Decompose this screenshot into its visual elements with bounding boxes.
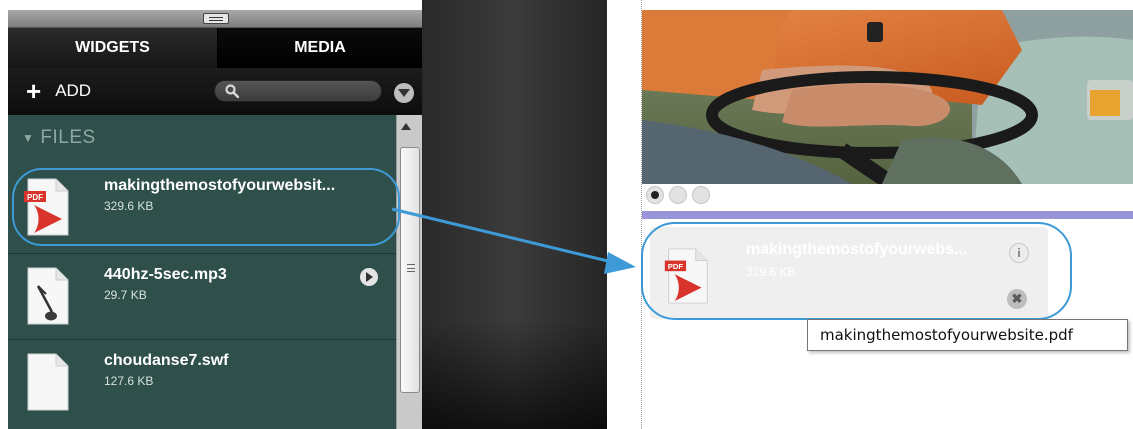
scroll-up-arrow-icon[interactable] — [401, 123, 411, 130]
files-section-header[interactable]: ▼ FILES — [22, 127, 96, 149]
close-icon[interactable]: ✖ — [1007, 289, 1027, 309]
slideshow-dots — [646, 186, 710, 204]
media-toolbar: + ADD — [8, 68, 422, 115]
add-button[interactable]: + ADD — [26, 76, 92, 106]
scrollbar-thumb[interactable] — [400, 147, 420, 393]
add-label: ADD — [55, 81, 92, 100]
grip-icon[interactable] — [203, 13, 229, 24]
file-size: 29.7 KB — [104, 288, 147, 302]
svg-text:PDF: PDF — [27, 193, 43, 202]
scroll-grip-icon — [407, 264, 415, 272]
collapse-triangle-icon: ▼ — [22, 131, 35, 145]
editor-panel: WIDGETS MEDIA + ADD ▼ FILES PDF makingth… — [8, 10, 422, 429]
section-divider — [642, 211, 1133, 219]
file-name: makingthemostofyourwebsit... — [104, 177, 336, 194]
list-item[interactable]: choudanse7.swf 127.6 KB — [8, 339, 396, 421]
file-name: choudanse7.swf — [104, 352, 229, 369]
slide-dot[interactable] — [669, 186, 687, 204]
pdf-file-icon: PDF — [664, 248, 708, 304]
generic-file-icon — [27, 353, 69, 411]
file-widget[interactable]: PDF makingthemostofyourwebs... 329.6 KB … — [650, 227, 1048, 319]
screenshot-root: WIDGETS MEDIA + ADD ▼ FILES PDF makingth… — [0, 0, 1133, 429]
slide-dot[interactable] — [692, 186, 710, 204]
search-box[interactable] — [214, 80, 382, 102]
panel-tabs: WIDGETS MEDIA — [8, 28, 422, 68]
file-size: 329.6 KB — [104, 199, 154, 213]
files-scrollbar[interactable] — [396, 115, 422, 429]
file-name: 440hz-5sec.mp3 — [104, 266, 227, 283]
file-widget-size: 329.6 KB — [746, 265, 796, 279]
plus-icon: + — [26, 76, 42, 106]
list-item[interactable]: 440hz-5sec.mp3 29.7 KB — [8, 253, 396, 335]
file-size: 127.6 KB — [104, 374, 154, 388]
list-item[interactable]: PDF makingthemostofyourwebsit... 329.6 K… — [8, 165, 396, 247]
page-background-strip — [422, 0, 607, 429]
panel-drag-handle[interactable] — [8, 10, 422, 28]
filter-dropdown-icon[interactable] — [394, 83, 414, 103]
search-icon — [225, 84, 239, 98]
filename-tooltip: makingthemostofyourwebsite.pdf — [807, 319, 1128, 351]
pdf-file-icon: PDF — [24, 178, 69, 236]
info-icon[interactable]: i — [1009, 243, 1029, 263]
slideshow-photo[interactable] — [642, 10, 1133, 184]
tab-media[interactable]: MEDIA — [218, 28, 422, 68]
slide-dot[interactable] — [646, 186, 664, 204]
search-input[interactable] — [245, 82, 375, 100]
files-list: ▼ FILES PDF makingthemostofyourwebsit...… — [8, 115, 396, 429]
tab-widgets[interactable]: WIDGETS — [8, 28, 218, 68]
svg-text:PDF: PDF — [668, 262, 684, 271]
play-icon[interactable] — [360, 268, 378, 286]
files-heading: FILES — [40, 127, 96, 148]
audio-file-icon — [27, 267, 69, 325]
file-widget-name: makingthemostofyourwebs... — [746, 241, 968, 258]
tractor-photo-image — [642, 10, 1133, 184]
